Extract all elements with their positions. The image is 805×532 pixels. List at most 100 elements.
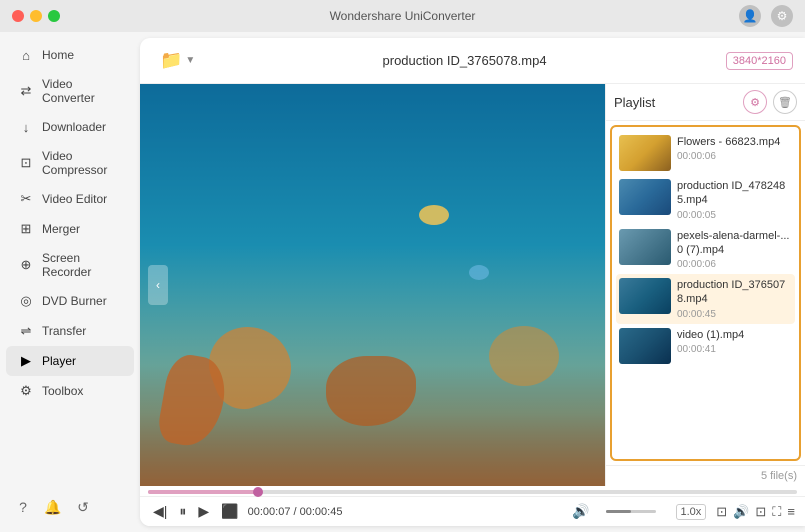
notification-icon[interactable]: 🔔 xyxy=(44,498,62,516)
home-icon: ⌂ xyxy=(18,47,34,63)
playlist-item-info-1: Flowers - 66823.mp4 00:00:06 xyxy=(677,135,792,162)
playlist-item-name-2: production ID_4782485.mp4 xyxy=(677,179,792,208)
volume-slider[interactable] xyxy=(606,510,656,513)
playlist-item-duration-4: 00:00:45 xyxy=(677,309,792,320)
playlist-title: Playlist xyxy=(614,95,655,110)
playlist-item[interactable]: pexels-alena-darmel-...0 (7).mp4 00:00:0… xyxy=(616,225,795,275)
downloader-icon: ↓ xyxy=(18,119,34,135)
refresh-icon[interactable]: ↺ xyxy=(74,498,92,516)
playlist-item-info-5: video (1).mp4 00:00:41 xyxy=(677,328,792,355)
playlist-item[interactable]: video (1).mp4 00:00:41 xyxy=(616,324,795,368)
sidebar-item-video-editor[interactable]: ✂ Video Editor xyxy=(6,184,134,214)
user-icon[interactable]: 👤 xyxy=(739,5,761,27)
playlist-delete-icon[interactable]: 🗑 xyxy=(773,90,797,114)
fish-element xyxy=(419,205,449,225)
dropdown-arrow-icon: ▼ xyxy=(185,55,195,66)
playlist-item-duration-5: 00:00:41 xyxy=(677,344,792,355)
aspect-ratio-icon[interactable]: ⊡ xyxy=(716,504,727,520)
help-icon[interactable]: ? xyxy=(14,498,32,516)
playlist-item-name-4: production ID_3765078.mp4 xyxy=(677,278,792,307)
playlist-item-info-3: pexels-alena-darmel-...0 (7).mp4 00:00:0… xyxy=(677,229,792,271)
current-file-title: production ID_3765078.mp4 xyxy=(203,53,725,68)
sidebar-item-toolbox[interactable]: ⚙ Toolbox xyxy=(6,376,134,406)
screenshot-icon[interactable]: ⊡ xyxy=(755,504,766,520)
sidebar-bottom: ? 🔔 ↺ xyxy=(0,490,140,524)
playlist-item-info-2: production ID_4782485.mp4 00:00:05 xyxy=(677,179,792,221)
sidebar-item-home[interactable]: ⌂ Home xyxy=(6,40,134,70)
sidebar-item-player[interactable]: ▶ Player xyxy=(6,346,134,376)
video-compressor-icon: ⊡ xyxy=(18,155,34,171)
sidebar-label-dvd-burner: DVD Burner xyxy=(42,294,107,308)
sidebar-label-downloader: Downloader xyxy=(42,120,106,134)
playlist-item[interactable]: Flowers - 66823.mp4 00:00:06 xyxy=(616,131,795,175)
video-area: ‹ xyxy=(140,84,605,486)
settings-icon[interactable]: ⚙ xyxy=(771,5,793,27)
progress-area xyxy=(140,486,805,496)
content-area: 📁 ▼ production ID_3765078.mp4 3840*2160 xyxy=(140,38,805,526)
sidebar-item-merger[interactable]: ⊞ Merger xyxy=(6,214,134,244)
volume-fill xyxy=(606,510,631,513)
pause-button[interactable]: ⏸ xyxy=(176,501,189,522)
sidebar: ⌂ Home ⇄ Video Converter ↓ Downloader ⊡ … xyxy=(0,32,140,532)
sidebar-item-downloader[interactable]: ↓ Downloader xyxy=(6,112,134,142)
fullscreen-icon[interactable]: ⛶ xyxy=(772,504,781,520)
playlist-header: Playlist ⚙ 🗑 xyxy=(606,84,805,121)
sidebar-label-toolbox: Toolbox xyxy=(42,384,83,398)
progress-thumb xyxy=(253,487,263,497)
play-button[interactable]: ▶ xyxy=(195,501,212,522)
minimize-button[interactable] xyxy=(30,10,42,22)
prev-button[interactable]: ◀| xyxy=(150,501,170,522)
close-button[interactable] xyxy=(12,10,24,22)
fish-element-2 xyxy=(469,265,489,280)
menu-icon[interactable]: ≡ xyxy=(787,504,795,519)
sidebar-label-video-converter: Video Converter xyxy=(42,77,122,105)
stop-button[interactable]: ⬛ xyxy=(218,501,241,522)
traffic-lights xyxy=(12,10,60,22)
playlist-item-active[interactable]: production ID_3765078.mp4 00:00:45 xyxy=(616,274,795,324)
playlist-thumb-2 xyxy=(619,179,671,215)
speed-badge[interactable]: 1.0x xyxy=(676,504,707,520)
playlist-item[interactable]: production ID_4782485.mp4 00:00:05 xyxy=(616,175,795,225)
sidebar-item-transfer[interactable]: ⇌ Transfer xyxy=(6,316,134,346)
playlist-item-duration-3: 00:00:06 xyxy=(677,259,792,270)
main-layout: ⌂ Home ⇄ Video Converter ↓ Downloader ⊡ … xyxy=(0,32,805,532)
sidebar-item-video-compressor[interactable]: ⊡ Video Compressor xyxy=(6,142,134,184)
player-icon: ▶ xyxy=(18,353,34,369)
sidebar-label-video-editor: Video Editor xyxy=(42,192,107,206)
dvd-burner-icon: ◎ xyxy=(18,293,34,309)
playlist-footer: 5 file(s) xyxy=(606,465,805,486)
playlist-item-duration-1: 00:00:06 xyxy=(677,151,792,162)
volume-adjust-icon[interactable]: 🔊 xyxy=(733,504,749,520)
maximize-button[interactable] xyxy=(48,10,60,22)
add-file-button[interactable]: 📁 ▼ xyxy=(152,46,203,75)
file-count: 5 file(s) xyxy=(761,470,797,482)
merger-icon: ⊞ xyxy=(18,221,34,237)
sidebar-item-video-converter[interactable]: ⇄ Video Converter xyxy=(6,70,134,112)
sidebar-label-transfer: Transfer xyxy=(42,324,86,338)
playlist-panel: Playlist ⚙ 🗑 Flowers - 66823.mp4 00:00:0… xyxy=(605,84,805,486)
prev-nav-arrow[interactable]: ‹ xyxy=(148,265,168,305)
sidebar-label-player: Player xyxy=(42,354,76,368)
controls-bar: ◀| ⏸ ▶ ⬛ 00:00:07 / 00:00:45 🔊 1.0x ⊡ 🔊 … xyxy=(140,496,805,526)
time-display: 00:00:07 / 00:00:45 xyxy=(248,506,343,518)
sidebar-label-home: Home xyxy=(42,48,74,62)
sidebar-item-screen-recorder[interactable]: ⊕ Screen Recorder xyxy=(6,244,134,286)
current-time: 00:00:07 xyxy=(248,506,291,518)
titlebar-icons: 👤 ⚙ xyxy=(739,5,793,27)
sidebar-label-video-compressor: Video Compressor xyxy=(42,149,122,177)
sidebar-label-merger: Merger xyxy=(42,222,80,236)
sidebar-item-dvd-burner[interactable]: ◎ DVD Burner xyxy=(6,286,134,316)
transfer-icon: ⇌ xyxy=(18,323,34,339)
progress-bar[interactable] xyxy=(148,490,797,494)
video-frame xyxy=(140,84,605,486)
playlist-items: Flowers - 66823.mp4 00:00:06 production … xyxy=(610,125,801,461)
playlist-settings-icon[interactable]: ⚙ xyxy=(743,90,767,114)
playlist-item-name-3: pexels-alena-darmel-...0 (7).mp4 xyxy=(677,229,792,258)
progress-fill xyxy=(148,490,258,494)
playlist-thumb-1 xyxy=(619,135,671,171)
playlist-thumb-4 xyxy=(619,278,671,314)
video-converter-icon: ⇄ xyxy=(18,83,34,99)
playlist-thumb-3 xyxy=(619,229,671,265)
playlist-item-name-5: video (1).mp4 xyxy=(677,328,792,342)
topbar-left: 📁 ▼ xyxy=(152,46,203,75)
